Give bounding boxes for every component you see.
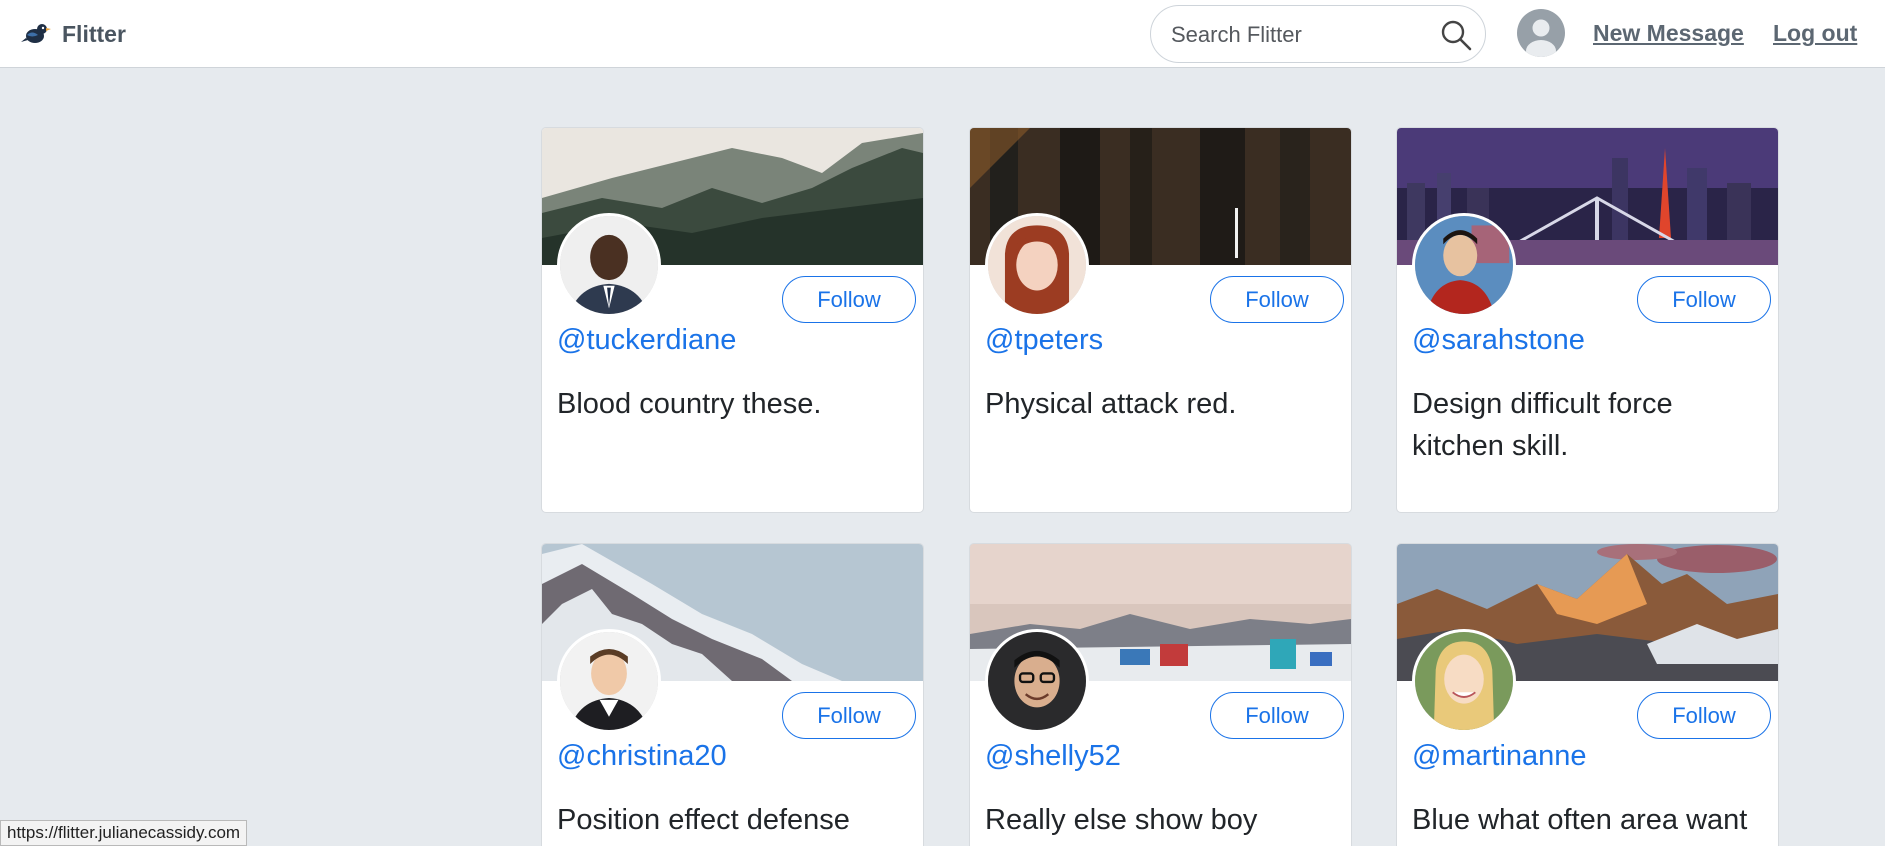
search-form bbox=[1150, 5, 1486, 63]
user-bio: Really else show boy accept bbox=[985, 804, 1258, 836]
new-message-link[interactable]: New Message bbox=[1593, 20, 1744, 47]
follow-button[interactable]: Follow bbox=[782, 276, 916, 323]
user-avatar[interactable] bbox=[985, 629, 1089, 733]
user-handle[interactable]: @tuckerdiane bbox=[557, 324, 736, 357]
user-bio: Position effect defense bbox=[557, 804, 850, 836]
user-handle[interactable]: @christina20 bbox=[557, 740, 727, 773]
bird-icon bbox=[21, 24, 51, 43]
user-handle[interactable]: @sarahstone bbox=[1412, 324, 1585, 357]
user-card: Follow @tuckerdiane Blood country these. bbox=[541, 127, 924, 513]
follow-button[interactable]: Follow bbox=[1210, 276, 1344, 323]
follow-button[interactable]: Follow bbox=[1210, 692, 1344, 739]
status-url: https://flitter.julianecassidy.com bbox=[0, 820, 248, 846]
brand-link[interactable]: Flitter bbox=[20, 14, 126, 54]
user-avatar[interactable] bbox=[1412, 629, 1516, 733]
user-card: Follow @christina20 Position effect defe… bbox=[541, 543, 924, 846]
user-card: Follow @shelly52 Really else show boy ac… bbox=[969, 543, 1352, 846]
user-card: Follow @tpeters Physical attack red. bbox=[969, 127, 1352, 513]
user-avatar[interactable] bbox=[557, 629, 661, 733]
user-card: Follow @martinanne Blue what often area … bbox=[1396, 543, 1779, 846]
user-handle[interactable]: @shelly52 bbox=[985, 740, 1121, 773]
user-bio: Blue what often area want bbox=[1412, 804, 1748, 836]
follow-button[interactable]: Follow bbox=[1637, 276, 1771, 323]
logout-link[interactable]: Log out bbox=[1773, 20, 1857, 47]
user-card: Follow @sarahstone Design difficult forc… bbox=[1396, 127, 1779, 513]
search-icon[interactable] bbox=[1439, 18, 1473, 52]
user-bio: Design difficult force kitchen skill. bbox=[1412, 388, 1673, 462]
navbar: Flitter New Message Log out bbox=[0, 0, 1885, 68]
user-avatar[interactable] bbox=[1412, 213, 1516, 317]
follow-button[interactable]: Follow bbox=[1637, 692, 1771, 739]
user-avatar[interactable] bbox=[557, 213, 661, 317]
user-bio: Blood country these. bbox=[557, 388, 822, 420]
user-handle[interactable]: @martinanne bbox=[1412, 740, 1587, 773]
search-input[interactable] bbox=[1171, 17, 1421, 53]
user-handle[interactable]: @tpeters bbox=[985, 324, 1103, 357]
user-avatar-icon[interactable] bbox=[1517, 9, 1565, 57]
follow-button[interactable]: Follow bbox=[782, 692, 916, 739]
brand-name: Flitter bbox=[62, 20, 126, 47]
user-avatar[interactable] bbox=[985, 213, 1089, 317]
user-bio: Physical attack red. bbox=[985, 388, 1237, 420]
